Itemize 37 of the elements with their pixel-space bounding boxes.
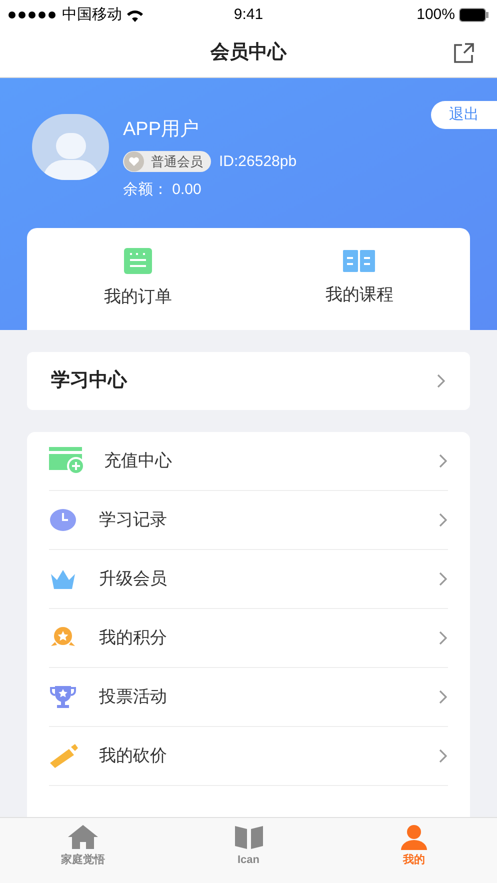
- menu-item[interactable]: 充值中心: [49, 432, 448, 491]
- member-badge: 普通会员: [123, 151, 211, 172]
- person-icon: [400, 824, 428, 850]
- trophy-icon: [49, 685, 77, 709]
- chevron-icon: [438, 748, 448, 764]
- balance-text: 余额： 0.00: [123, 180, 202, 200]
- clock-icon: [49, 508, 77, 532]
- menu-item[interactable]: 投票活动: [49, 668, 448, 727]
- battery-icon: [459, 8, 489, 22]
- page-title: 会员中心: [210, 40, 286, 66]
- chevron-icon: [438, 453, 448, 469]
- chevron-icon: [438, 630, 448, 646]
- share-button[interactable]: [453, 42, 475, 64]
- battery-text: 100%: [416, 4, 455, 25]
- user-id: ID:26528pb: [219, 152, 297, 172]
- menu-item[interactable]: 我的积分: [49, 609, 448, 668]
- carrier-text: 中国移动: [62, 4, 122, 25]
- chevron-icon: [438, 571, 448, 587]
- signal-icon: [8, 11, 58, 19]
- order-icon: [124, 248, 152, 274]
- study-center-row[interactable]: 学习中心: [27, 352, 470, 410]
- menu-item[interactable]: 学习记录: [49, 491, 448, 550]
- crown-icon: [49, 568, 77, 590]
- chevron-icon: [438, 512, 448, 528]
- book-icon: [343, 250, 376, 272]
- menu-item[interactable]: 我的砍价: [49, 727, 448, 786]
- time-text: 9:41: [232, 4, 264, 25]
- menu-item[interactable]: 升级会员: [49, 550, 448, 609]
- wifi-icon: [126, 8, 144, 22]
- shortcut-button[interactable]: 我的订单: [27, 228, 248, 330]
- shortcut-button[interactable]: 我的课程: [248, 228, 470, 330]
- card-plus-icon: [49, 447, 85, 475]
- chevron-icon: [438, 689, 448, 705]
- home-icon: [66, 824, 99, 850]
- user-name: APP用户: [123, 118, 200, 142]
- chevron-icon: [436, 373, 446, 389]
- book-icon: [234, 824, 264, 850]
